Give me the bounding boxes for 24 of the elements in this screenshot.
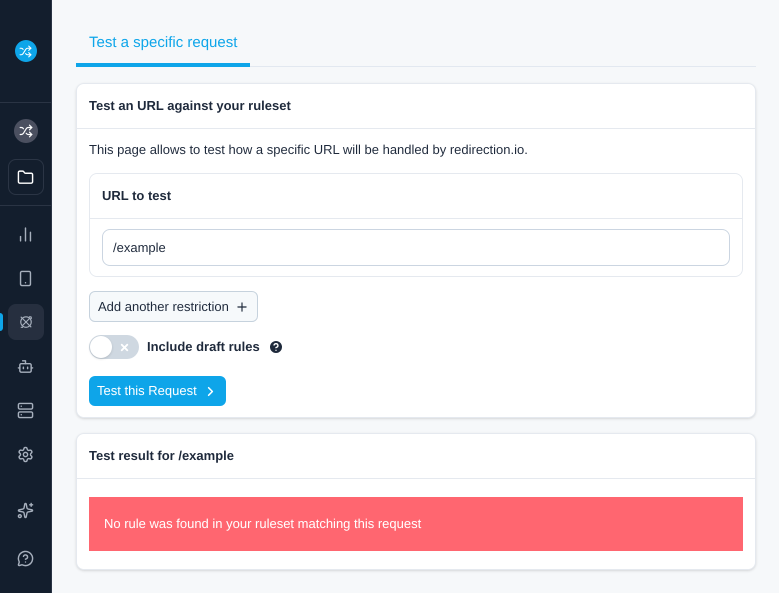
folder-button[interactable] — [8, 159, 44, 195]
shuffle-icon — [14, 119, 38, 143]
card-title: Test an URL against your ruleset — [89, 98, 291, 112]
help-icon — [268, 339, 284, 355]
settings-icon — [17, 446, 34, 462]
server-icon — [17, 402, 34, 418]
x-icon — [119, 342, 130, 352]
robot-icon — [17, 358, 34, 374]
error-message: No rule was found in your ruleset matching this request — [89, 497, 743, 550]
folder-icon — [17, 168, 34, 186]
help-icon — [17, 550, 34, 566]
description-text: This page allows to test how a specific URL will be handled by redirection.io. — [89, 140, 529, 159]
toggle-label: Include draft rules — [147, 338, 260, 356]
add-restriction-button[interactable]: Add another restriction — [89, 291, 258, 322]
plus-icon — [234, 300, 249, 314]
nav-button[interactable] — [8, 304, 44, 340]
card-title: Test result for /example — [89, 448, 234, 463]
chart-icon — [17, 226, 34, 242]
logo-icon — [14, 40, 36, 62]
draft-toggle[interactable] — [89, 335, 139, 359]
phone-icon — [17, 270, 34, 286]
sparkles-icon — [17, 502, 34, 518]
panel-title: URL to test — [102, 188, 172, 203]
url-input[interactable]: /example — [102, 229, 730, 266]
